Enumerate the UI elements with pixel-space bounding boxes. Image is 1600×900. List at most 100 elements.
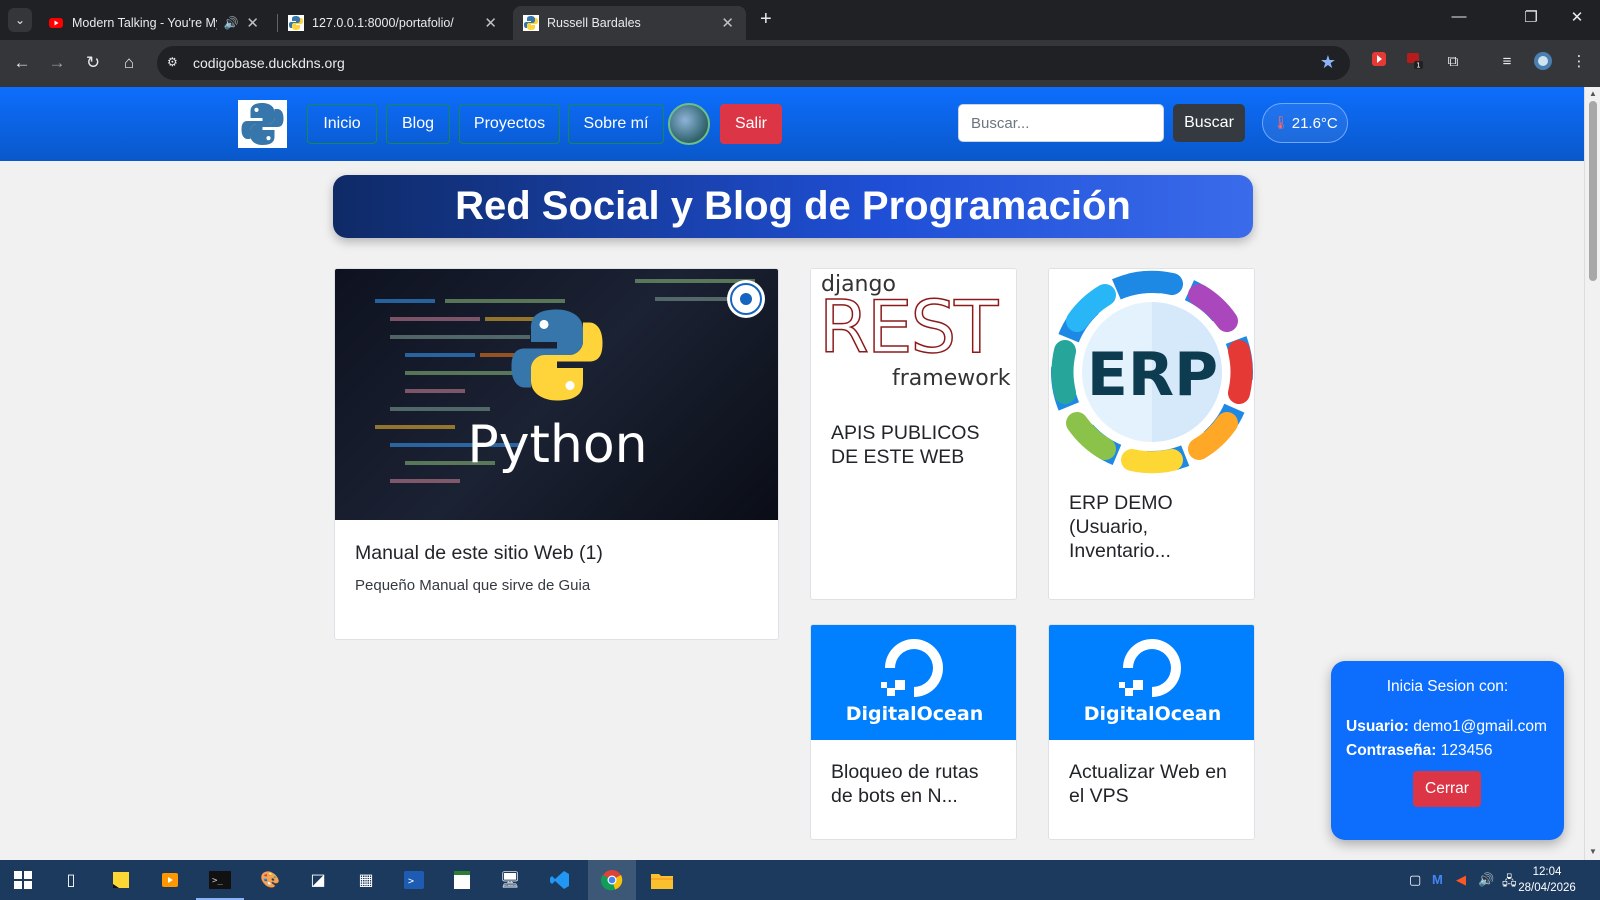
card-title-line: ERP DEMO xyxy=(1069,492,1173,514)
terminal-icon[interactable]: >_ xyxy=(207,868,233,892)
calculator-icon[interactable]: ▦ xyxy=(353,868,379,892)
card-title[interactable]: Bloqueo de rutas de bots en N... xyxy=(831,760,978,808)
browser-tab-bar: ⌄ Modern Talking - You're My 🔊 ✕ 127.0.0… xyxy=(0,0,1600,40)
popup-title: Inicia Sesion con: xyxy=(1386,678,1509,695)
home-icon[interactable]: ⌂ xyxy=(118,52,140,74)
site-logo[interactable] xyxy=(238,100,287,148)
user-credential: Usuario: demo1@gmail.com xyxy=(1346,718,1547,736)
post-image-python: Python xyxy=(335,269,778,520)
speaker-icon[interactable]: 🔊 xyxy=(223,16,238,30)
tab-title: Russell Bardales xyxy=(547,16,641,30)
task-view-icon[interactable]: ▯ xyxy=(58,868,84,892)
minimize-icon[interactable]: — xyxy=(1436,8,1482,25)
python-icon xyxy=(288,15,304,31)
scroll-down-icon[interactable]: ▼ xyxy=(1589,847,1597,856)
close-tab-icon[interactable]: ✕ xyxy=(721,14,734,32)
password-value: 123456 xyxy=(1440,742,1493,759)
card-title-line: DE ESTE WEB xyxy=(831,446,965,468)
tab-youtube[interactable]: Modern Talking - You're My 🔊 ✕ xyxy=(38,6,271,40)
browser-toolbar: ← → ↻ ⌂ ⚙ codigobase.duckdns.org ★ 1 ⧉ ≡… xyxy=(0,40,1600,87)
remote-desktop-icon[interactable]: 🖥 xyxy=(497,868,523,892)
sticky-notes-icon[interactable] xyxy=(108,868,134,892)
password-label: Contraseña: xyxy=(1346,742,1437,759)
framework-text: framework xyxy=(892,366,1011,391)
extension-red-icon[interactable] xyxy=(1368,51,1390,73)
clock-time: 12:04 xyxy=(1532,866,1562,878)
restore-icon[interactable]: ❐ xyxy=(1508,8,1554,26)
media-player-icon[interactable] xyxy=(157,868,183,892)
search-input[interactable] xyxy=(958,104,1164,142)
clock-date: 28/04/2026 xyxy=(1518,882,1576,894)
forward-icon[interactable]: → xyxy=(46,52,68,74)
site-info-icon[interactable]: ⚙ xyxy=(167,55,183,71)
system-clock[interactable]: 12:04 28/04/2026 xyxy=(1512,864,1582,896)
post-card-actualizar-vps[interactable]: DigitalOcean Actualizar Web en el VPS xyxy=(1048,624,1255,840)
profile-avatar-icon[interactable] xyxy=(1532,51,1554,73)
nav-blog[interactable]: Blog xyxy=(386,104,450,144)
close-window-icon[interactable]: ✕ xyxy=(1554,8,1600,26)
nav-inicio[interactable]: Inicio xyxy=(307,104,377,144)
file-explorer-icon[interactable] xyxy=(649,868,675,892)
svg-text:>: > xyxy=(408,876,414,887)
card-title[interactable]: APIS PUBLICOS DE ESTE WEB xyxy=(831,421,979,469)
nav-proyectos[interactable]: Proyectos xyxy=(459,104,560,144)
post-image-django-rest: django REST framework xyxy=(811,269,1016,399)
tray-warning-icon[interactable]: ◀ xyxy=(1456,872,1466,888)
scroll-up-icon[interactable]: ▲ xyxy=(1589,89,1597,98)
back-icon[interactable]: ← xyxy=(11,52,33,74)
card-title[interactable]: Actualizar Web en el VPS xyxy=(1069,760,1227,808)
close-tab-icon[interactable]: ✕ xyxy=(246,14,259,32)
card-title-line: (Usuario, xyxy=(1069,516,1149,538)
post-card-manual[interactable]: Python Manual de este sitio Web (1) Pequ… xyxy=(334,268,779,640)
close-tab-icon[interactable]: ✕ xyxy=(484,14,497,32)
erp-image-text: ERP xyxy=(1086,340,1219,410)
python-icon xyxy=(523,15,539,31)
rest-text: REST xyxy=(818,285,999,369)
post-card-bloqueo-bots[interactable]: DigitalOcean Bloqueo de rutas de bots en… xyxy=(810,624,1017,840)
tab-title: 127.0.0.1:8000/portafolio/ xyxy=(312,16,454,30)
tray-m-icon[interactable]: M xyxy=(1432,872,1443,887)
media-controls-icon[interactable]: ≡ xyxy=(1496,51,1518,73)
digitalocean-text: DigitalOcean xyxy=(845,703,984,725)
tab-russell-bardales[interactable]: Russell Bardales ✕ xyxy=(513,6,746,40)
bookmark-star-icon[interactable]: ★ xyxy=(1320,52,1336,73)
address-bar[interactable]: ⚙ codigobase.duckdns.org ★ xyxy=(157,46,1350,80)
chrome-icon[interactable] xyxy=(599,868,625,892)
search-button[interactable]: Buscar xyxy=(1173,104,1245,142)
weather-badge[interactable]: 🌡 21.6°C xyxy=(1262,103,1348,143)
python-logo-icon xyxy=(241,103,284,145)
card-title-line: Actualizar Web en xyxy=(1069,761,1227,783)
python-image-text: Python xyxy=(467,415,648,475)
scrollbar-thumb[interactable] xyxy=(1589,101,1597,281)
user-avatar[interactable] xyxy=(668,103,710,145)
tab-search-button[interactable]: ⌄ xyxy=(8,8,32,32)
nav-sobre-mi[interactable]: Sobre mí xyxy=(568,104,664,144)
vscode-icon[interactable] xyxy=(547,868,573,892)
reload-icon[interactable]: ↻ xyxy=(82,52,104,74)
svg-text:1: 1 xyxy=(1416,62,1420,70)
windows-start-icon[interactable] xyxy=(10,868,36,892)
extensions-puzzle-icon[interactable]: ⧉ xyxy=(1442,51,1464,73)
website-viewport: Inicio Blog Proyectos Sobre mí Salir Bus… xyxy=(0,87,1584,860)
card-title-line: Inventario... xyxy=(1069,540,1171,562)
new-tab-icon[interactable]: + xyxy=(760,8,772,31)
card-title[interactable]: ERP DEMO (Usuario, Inventario... xyxy=(1069,491,1173,563)
paint-icon[interactable]: 🎨 xyxy=(257,868,283,892)
post-card-erp[interactable]: ERP ERP DEMO (Usuario, Inventario... xyxy=(1048,268,1255,600)
volume-icon[interactable]: 🔊 xyxy=(1478,872,1494,888)
tray-square-icon[interactable]: ▢ xyxy=(1409,872,1421,888)
powershell-icon[interactable]: > xyxy=(401,868,427,892)
tab-title: Modern Talking - You're My xyxy=(72,16,218,30)
close-popup-button[interactable]: Cerrar xyxy=(1413,771,1481,807)
browser-menu-icon[interactable]: ⋮ xyxy=(1568,51,1590,73)
extension-badge-icon[interactable]: 1 xyxy=(1404,51,1426,73)
tab-portafolio[interactable]: 127.0.0.1:8000/portafolio/ ✕ xyxy=(278,6,509,40)
app-icon[interactable]: ◪ xyxy=(305,868,331,892)
logout-button[interactable]: Salir xyxy=(720,104,782,144)
site-navbar: Inicio Blog Proyectos Sobre mí Salir Bus… xyxy=(0,87,1584,161)
notepad-icon[interactable] xyxy=(449,868,475,892)
page-scrollbar[interactable]: ▲ ▼ xyxy=(1584,87,1600,860)
post-card-apis[interactable]: django REST framework APIS PUBLICOS DE E… xyxy=(810,268,1017,600)
card-title[interactable]: Manual de este sitio Web (1) xyxy=(355,541,603,565)
card-title-line: Bloqueo de rutas xyxy=(831,761,979,783)
